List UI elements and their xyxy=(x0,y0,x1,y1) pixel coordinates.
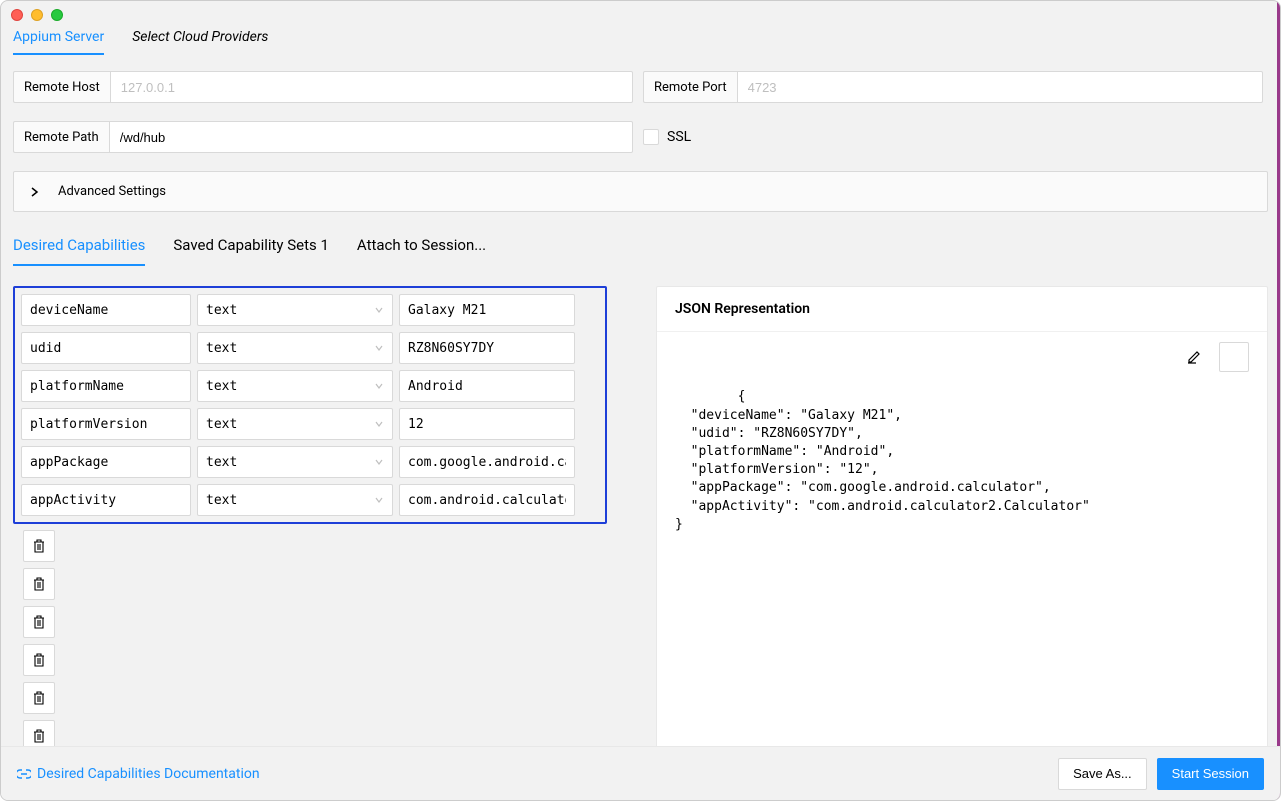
remote-path-input[interactable] xyxy=(109,121,633,153)
delete-capability-button[interactable] xyxy=(23,530,55,562)
capability-row: text xyxy=(21,408,599,440)
tab-desired-capabilities[interactable]: Desired Capabilities xyxy=(13,236,145,266)
close-window-icon[interactable] xyxy=(11,9,23,21)
capability-type-label: text xyxy=(206,417,237,432)
delete-capability-button[interactable] xyxy=(23,682,55,714)
capability-row: text xyxy=(21,446,599,478)
capability-name-input[interactable] xyxy=(21,446,191,478)
capability-type-select[interactable]: text xyxy=(197,408,393,440)
top-tabbar: Appium Server Select Cloud Providers xyxy=(1,1,1280,55)
capability-type-label: text xyxy=(206,303,237,318)
appium-inspector-window: Appium Server Select Cloud Providers Rem… xyxy=(0,0,1281,801)
chevron-down-icon xyxy=(374,457,384,467)
capability-name-input[interactable] xyxy=(21,370,191,402)
json-body: { "deviceName": "Galaxy M21", "udid": "R… xyxy=(657,332,1267,795)
chevron-down-icon xyxy=(374,305,384,315)
tab-appium-server[interactable]: Appium Server xyxy=(13,29,104,55)
capability-value-input[interactable] xyxy=(399,484,575,516)
capability-row: text xyxy=(21,484,599,516)
json-panel: JSON Representation { "deviceName": "Gal… xyxy=(656,286,1268,796)
capability-type-select[interactable]: text xyxy=(197,370,393,402)
capability-type-select[interactable]: text xyxy=(197,446,393,478)
capability-type-select[interactable]: text xyxy=(197,332,393,364)
doc-link-label: Desired Capabilities Documentation xyxy=(37,766,260,782)
delete-capability-button[interactable] xyxy=(23,644,55,676)
minimize-window-icon[interactable] xyxy=(31,9,43,21)
capability-name-input[interactable] xyxy=(21,294,191,326)
json-header: JSON Representation xyxy=(657,287,1267,332)
trash-icon xyxy=(33,539,45,553)
remote-port-input[interactable] xyxy=(737,71,1263,103)
capability-row: text xyxy=(21,332,599,364)
remote-port-label: Remote Port xyxy=(643,71,737,103)
capability-type-select[interactable]: text xyxy=(197,484,393,516)
remote-host-label: Remote Host xyxy=(13,71,110,103)
json-text: { "deviceName": "Galaxy M21", "udid": "R… xyxy=(675,389,1090,531)
capability-type-label: text xyxy=(206,493,237,508)
remote-host-input[interactable] xyxy=(110,71,633,103)
start-session-button[interactable]: Start Session xyxy=(1157,758,1264,790)
capability-name-input[interactable] xyxy=(21,484,191,516)
delete-capability-button[interactable] xyxy=(23,568,55,600)
ssl-checkbox[interactable] xyxy=(643,129,659,145)
capability-value-input[interactable] xyxy=(399,408,575,440)
trash-icon xyxy=(33,615,45,629)
advanced-settings-label: Advanced Settings xyxy=(58,184,166,199)
remote-path-label: Remote Path xyxy=(13,121,109,153)
chevron-right-icon xyxy=(30,187,40,197)
scroll-edge-decoration xyxy=(1277,1,1280,800)
chevron-down-icon xyxy=(374,419,384,429)
doc-link[interactable]: Desired Capabilities Documentation xyxy=(17,766,260,782)
link-icon xyxy=(17,767,31,781)
chevron-down-icon xyxy=(374,495,384,505)
maximize-window-icon[interactable] xyxy=(51,9,63,21)
capability-value-input[interactable] xyxy=(399,332,575,364)
edit-json-button[interactable] xyxy=(1219,342,1249,372)
capability-type-select[interactable]: text xyxy=(197,294,393,326)
capability-type-label: text xyxy=(206,341,237,356)
tab-attach-to-session[interactable]: Attach to Session... xyxy=(357,236,486,266)
delete-capability-button[interactable] xyxy=(23,606,55,638)
trash-icon xyxy=(33,729,45,743)
chevron-down-icon xyxy=(374,381,384,391)
capability-name-input[interactable] xyxy=(21,332,191,364)
trash-icon xyxy=(33,577,45,591)
edit-icon xyxy=(1187,314,1281,401)
window-controls xyxy=(11,9,63,21)
trash-icon xyxy=(33,653,45,667)
capability-row: text xyxy=(21,370,599,402)
capability-type-label: text xyxy=(206,455,237,470)
advanced-settings-collapse[interactable]: Advanced Settings xyxy=(13,171,1268,212)
capability-value-input[interactable] xyxy=(399,294,575,326)
capability-grid: text text text text text text xyxy=(13,286,607,524)
save-as-button[interactable]: Save As... xyxy=(1058,758,1147,790)
server-form: Remote Host Remote Port Remote Path SSL xyxy=(1,55,1280,153)
capability-name-input[interactable] xyxy=(21,408,191,440)
capability-value-input[interactable] xyxy=(399,446,575,478)
ssl-label: SSL xyxy=(667,129,691,145)
capability-tabbar: Desired Capabilities Saved Capability Se… xyxy=(1,228,1280,266)
chevron-down-icon xyxy=(374,343,384,353)
tab-saved-capability-sets[interactable]: Saved Capability Sets 1 xyxy=(173,236,329,266)
trash-icon xyxy=(33,691,45,705)
capability-type-label: text xyxy=(206,379,237,394)
capability-value-input[interactable] xyxy=(399,370,575,402)
tab-cloud-providers[interactable]: Select Cloud Providers xyxy=(132,29,268,55)
footer: Desired Capabilities Documentation Save … xyxy=(1,746,1280,800)
capability-row: text xyxy=(21,294,599,326)
